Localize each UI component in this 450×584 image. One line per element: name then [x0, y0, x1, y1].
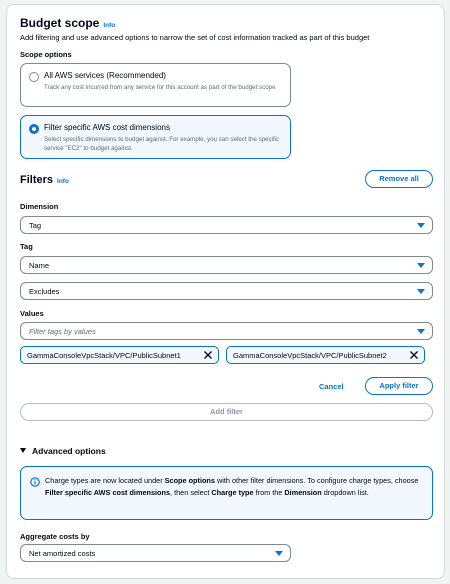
cancel-button[interactable]: Cancel: [319, 382, 344, 391]
caret-down-icon: [20, 448, 26, 453]
radio-title: All AWS services (Recommended): [44, 71, 166, 80]
caret-down-icon: [417, 329, 425, 334]
dimension-label: Dimension: [20, 202, 59, 211]
value-token: GammaConsoleVpcStack/VPC/PublicSubnet1: [20, 346, 219, 364]
page-title: Budget scope: [20, 16, 100, 30]
operator-select[interactable]: Excludes: [20, 282, 433, 300]
budget-scope-panel: Budget scope Info Add filtering and use a…: [6, 4, 445, 579]
advanced-options-title: Advanced options: [32, 446, 106, 456]
radio-all-services[interactable]: [29, 72, 39, 82]
caret-down-icon: [417, 289, 425, 294]
close-icon[interactable]: [409, 350, 419, 360]
aggregate-costs-value: Net amortized costs: [29, 549, 96, 558]
tag-key-select[interactable]: Name: [20, 256, 433, 274]
radio-title: Filter specific AWS cost dimensions: [44, 123, 170, 132]
aggregate-costs-label: Aggregate costs by: [20, 532, 90, 541]
info-alert: Charge types are now located under Scope…: [20, 466, 433, 520]
budget-scope-description: Add filtering and use advanced options t…: [20, 33, 370, 42]
radio-card-all-services[interactable]: All AWS services (Recommended) Track any…: [20, 63, 291, 107]
radio-description: Select specific dimensions to budget aga…: [44, 136, 280, 152]
token-label: GammaConsoleVpcStack/VPC/PublicSubnet2: [233, 351, 387, 360]
tag-key-select-value: Name: [29, 261, 50, 270]
caret-down-icon: [275, 551, 283, 556]
tag-label: Tag: [20, 242, 33, 251]
close-icon[interactable]: [203, 350, 213, 360]
info-link[interactable]: Info: [57, 178, 69, 185]
dimension-select[interactable]: Tag: [20, 216, 433, 234]
tag-values-select[interactable]: Filter tags by values: [20, 322, 433, 340]
apply-filter-button[interactable]: Apply filter: [365, 377, 433, 395]
advanced-options-toggle[interactable]: Advanced options: [20, 446, 106, 456]
dimension-select-value: Tag: [29, 221, 42, 230]
aggregate-costs-select[interactable]: Net amortized costs: [20, 544, 291, 562]
budget-scope-header: Budget scope Info: [20, 16, 115, 30]
remove-all-button[interactable]: Remove all: [365, 170, 433, 188]
tag-values-placeholder: Filter tags by values: [29, 327, 96, 336]
scope-options-label: Scope options: [20, 50, 72, 59]
value-token: GammaConsoleVpcStack/VPC/PublicSubnet2: [226, 346, 425, 364]
info-icon: [30, 477, 40, 487]
operator-select-value: Excludes: [29, 287, 60, 296]
filters-header: Filters Info: [20, 174, 69, 186]
token-label: GammaConsoleVpcStack/VPC/PublicSubnet1: [27, 351, 181, 360]
radio-card-filter-dimensions[interactable]: Filter specific AWS cost dimensions Sele…: [20, 115, 291, 159]
radio-filter-dimensions[interactable]: [29, 124, 39, 134]
values-label: Values: [20, 309, 44, 318]
info-alert-text: Charge types are now located under Scope…: [45, 476, 419, 497]
filters-title: Filters: [20, 174, 54, 186]
caret-down-icon: [417, 263, 425, 268]
info-link[interactable]: Info: [103, 22, 115, 29]
radio-description: Track any cost incurred from any service…: [44, 84, 276, 91]
caret-down-icon: [417, 223, 425, 228]
add-filter-button[interactable]: Add filter: [20, 403, 433, 421]
